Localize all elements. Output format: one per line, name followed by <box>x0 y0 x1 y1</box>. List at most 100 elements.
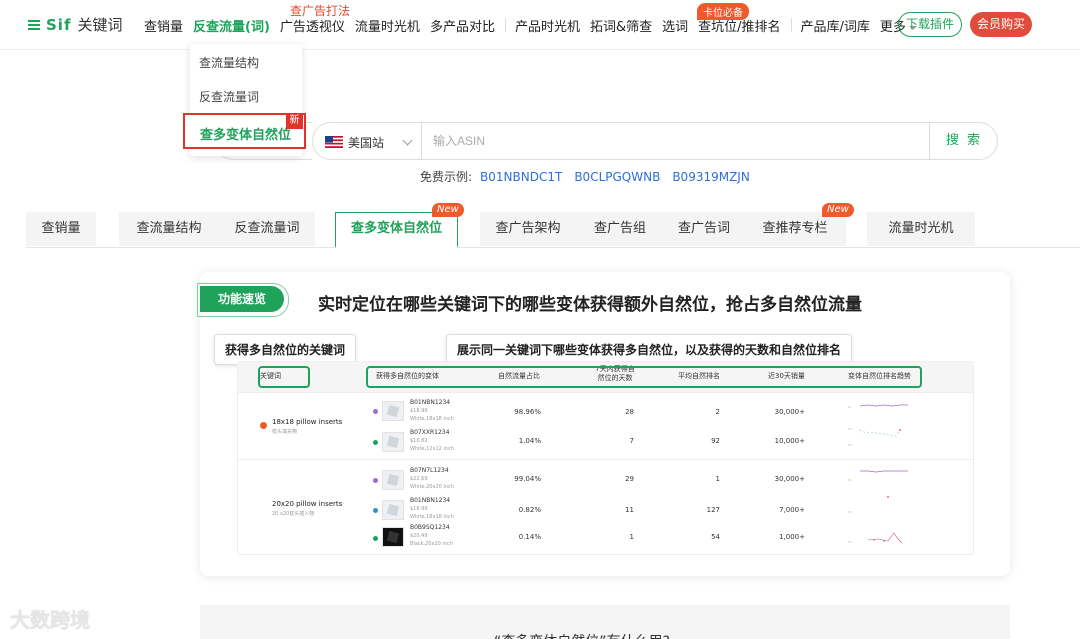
tab-sales[interactable]: 查销量 <box>26 212 96 246</box>
rank-cell: 127 <box>706 506 720 514</box>
variant-price: $20.49 <box>410 533 428 539</box>
example-link[interactable]: B01NBNDC1T <box>480 170 562 184</box>
feature-tabs: 查销量 查流量结构 反查流量词 查多变体自然位 查广告架构 查广告组 查广告词 … <box>26 212 1080 248</box>
watermark-logo: 大数跨境 <box>10 608 90 632</box>
dropdown-item-traffic-structure[interactable]: 查流量结构 <box>199 54 259 71</box>
nav-item-reverse-traffic[interactable]: 反查流量(词) <box>193 16 270 35</box>
rank-cell: 1 <box>715 475 720 483</box>
tab-ad-group[interactable]: 查广告组 <box>576 212 664 246</box>
tab-traffic-structure-label: 查流量结构 <box>136 221 202 236</box>
product-thumbnail <box>382 527 404 547</box>
search-button[interactable]: 搜 索 <box>929 123 998 159</box>
logo-text: 关键词 <box>77 16 123 34</box>
example-table: 关键词 获得多自然位的变体 自然流量占比 7天内获得自然位的天数 平均自然排名 … <box>237 361 974 555</box>
keyword-sub: 20 x20枕头插入物 <box>272 511 315 517</box>
examples-label: 免费示例: <box>420 170 473 184</box>
nav-item-multi-compare[interactable]: 多产品对比 <box>430 16 495 35</box>
nav-item-product-timemachine[interactable]: 产品时光机 <box>515 16 580 35</box>
free-examples: 免费示例: B01NBNDC1T B0CLPGQWNB B09319MZJN <box>420 168 754 185</box>
keyword-column-highlight <box>258 366 310 388</box>
variant-info: B07XXR1234 $10.82 White,12x12 inch <box>410 429 454 453</box>
sales-cell: 30,000+ <box>774 475 805 483</box>
variant-asin: B01NBN1234 <box>410 497 451 504</box>
rank-cell: 2 <box>715 408 720 416</box>
dropdown-item-reverse-words[interactable]: 反查流量词 <box>199 88 259 105</box>
rank-trend-sparkline: P1 P3 P5 <box>848 470 908 544</box>
spark-axis-label: P1 <box>848 478 852 482</box>
spark-axis-label: P1 <box>848 405 852 409</box>
days-cell: 28 <box>625 408 634 416</box>
sales-cell: 1,000+ <box>779 533 805 541</box>
variant-price: $10.82 <box>410 438 428 444</box>
product-thumbnail <box>382 432 404 452</box>
variant-info: B07N7L1234 $22.69 White,20x20 inch <box>410 467 454 491</box>
keyword-cell: 20x20 pillow inserts 20 x20枕头插入物 <box>272 500 342 517</box>
tab-ad-structure[interactable]: 查广告架构 <box>480 212 576 246</box>
feature-title: 实时定位在哪些关键词下的哪些变体获得额外自然位，抢占多自然位流量 <box>318 295 862 315</box>
download-plugin-button[interactable]: 下载插件 <box>898 12 962 37</box>
ad-tip-label: 查广告打法 <box>290 4 351 18</box>
search-divider <box>421 123 422 159</box>
spark-axis-label: P5 <box>848 540 852 544</box>
asin-search-input[interactable] <box>433 132 913 150</box>
tab-recommend-column[interactable]: 查推荐专栏 <box>744 212 846 246</box>
variant-dot-icon <box>373 440 378 445</box>
site-select[interactable]: 美国站 <box>348 134 384 151</box>
keyword-marker-icon <box>260 422 267 429</box>
variant-spec: White,18x18 inch <box>410 514 454 520</box>
bottom-heading: “查多变体自然位”有什么用? <box>494 631 670 639</box>
example-link[interactable]: B0CLPGQWNB <box>574 170 660 184</box>
nav-item-product-library[interactable]: 产品库/词库 <box>801 16 870 35</box>
variant-dot-icon <box>373 536 378 541</box>
spark-axis-label: P5 <box>848 443 852 447</box>
variant-price: $18.99 <box>410 506 428 512</box>
menu-icon[interactable] <box>28 18 40 32</box>
rank-cell: 92 <box>711 437 720 445</box>
nav-divider <box>504 18 506 32</box>
rank-trend-sparkline: P1 P3 P5 <box>848 404 908 447</box>
us-flag-icon <box>325 136 343 148</box>
tab-multi-variant[interactable]: 查多变体自然位 <box>335 212 458 248</box>
logo-brand: Sif <box>46 15 72 34</box>
days-cell: 29 <box>625 475 634 483</box>
nav-item-expand-words[interactable]: 拓词&筛查 <box>590 16 652 35</box>
share-cell: 98.96% <box>514 408 541 416</box>
dropdown-item-multi-variant-label: 查多变体自然位 <box>200 128 292 143</box>
new-badge: New <box>432 203 464 217</box>
variant-spec: White,12x12 inch <box>410 446 454 452</box>
row-divider <box>238 459 973 460</box>
tab-ad-words[interactable]: 查广告词 <box>664 212 744 246</box>
keyword-sub: 枕头填充物 <box>272 429 298 435</box>
share-cell: 99.04% <box>514 475 541 483</box>
variant-info: B01NBN1234 $18.99 White,18x18 inch <box>410 497 454 521</box>
variant-asin: B01NBN1234 <box>410 399 451 406</box>
variant-info: B0B9SQ1234 $20.49 Black,20x20 inch <box>410 524 453 548</box>
variant-asin: B07XXR1234 <box>410 429 450 436</box>
example-link[interactable]: B09319MZJN <box>672 170 750 184</box>
tab-traffic-timemachine[interactable]: 流量时光机 <box>867 212 975 246</box>
new-badge: 新 <box>286 113 303 129</box>
variant-asin: B07N7L1234 <box>410 467 449 474</box>
spark-axis-label: P3 <box>848 427 852 431</box>
member-buy-button[interactable]: 会员购买 <box>970 12 1032 37</box>
sales-cell: 10,000+ <box>774 437 805 445</box>
variant-spec: White,20x20 inch <box>410 484 454 490</box>
variant-price: $22.69 <box>410 476 428 482</box>
product-thumbnail <box>382 500 404 520</box>
tab-reverse-words[interactable]: 反查流量词 <box>219 212 315 246</box>
share-cell: 0.82% <box>518 506 541 514</box>
keyword-text: 18x18 pillow inserts <box>272 418 343 426</box>
sales-cell: 30,000+ <box>774 408 805 416</box>
chevron-down-icon[interactable] <box>402 135 413 146</box>
nav-item-select-words[interactable]: 选词 <box>662 16 688 35</box>
nav-item-sales[interactable]: 查销量 <box>144 16 183 35</box>
nav-item-traffic-timemachine[interactable]: 流量时光机 <box>355 16 420 35</box>
variant-dot-icon <box>373 409 378 414</box>
variant-spec: Black,20x20 inch <box>410 541 453 547</box>
variant-info: B01NBN1234 $18.99 White,18x18 inch <box>410 399 454 423</box>
share-cell: 0.14% <box>518 533 541 541</box>
logo[interactable]: Sif 关键词 <box>28 14 123 35</box>
spark-axis-label: P3 <box>848 510 852 514</box>
nav-divider <box>790 18 792 32</box>
product-thumbnail <box>382 470 404 490</box>
